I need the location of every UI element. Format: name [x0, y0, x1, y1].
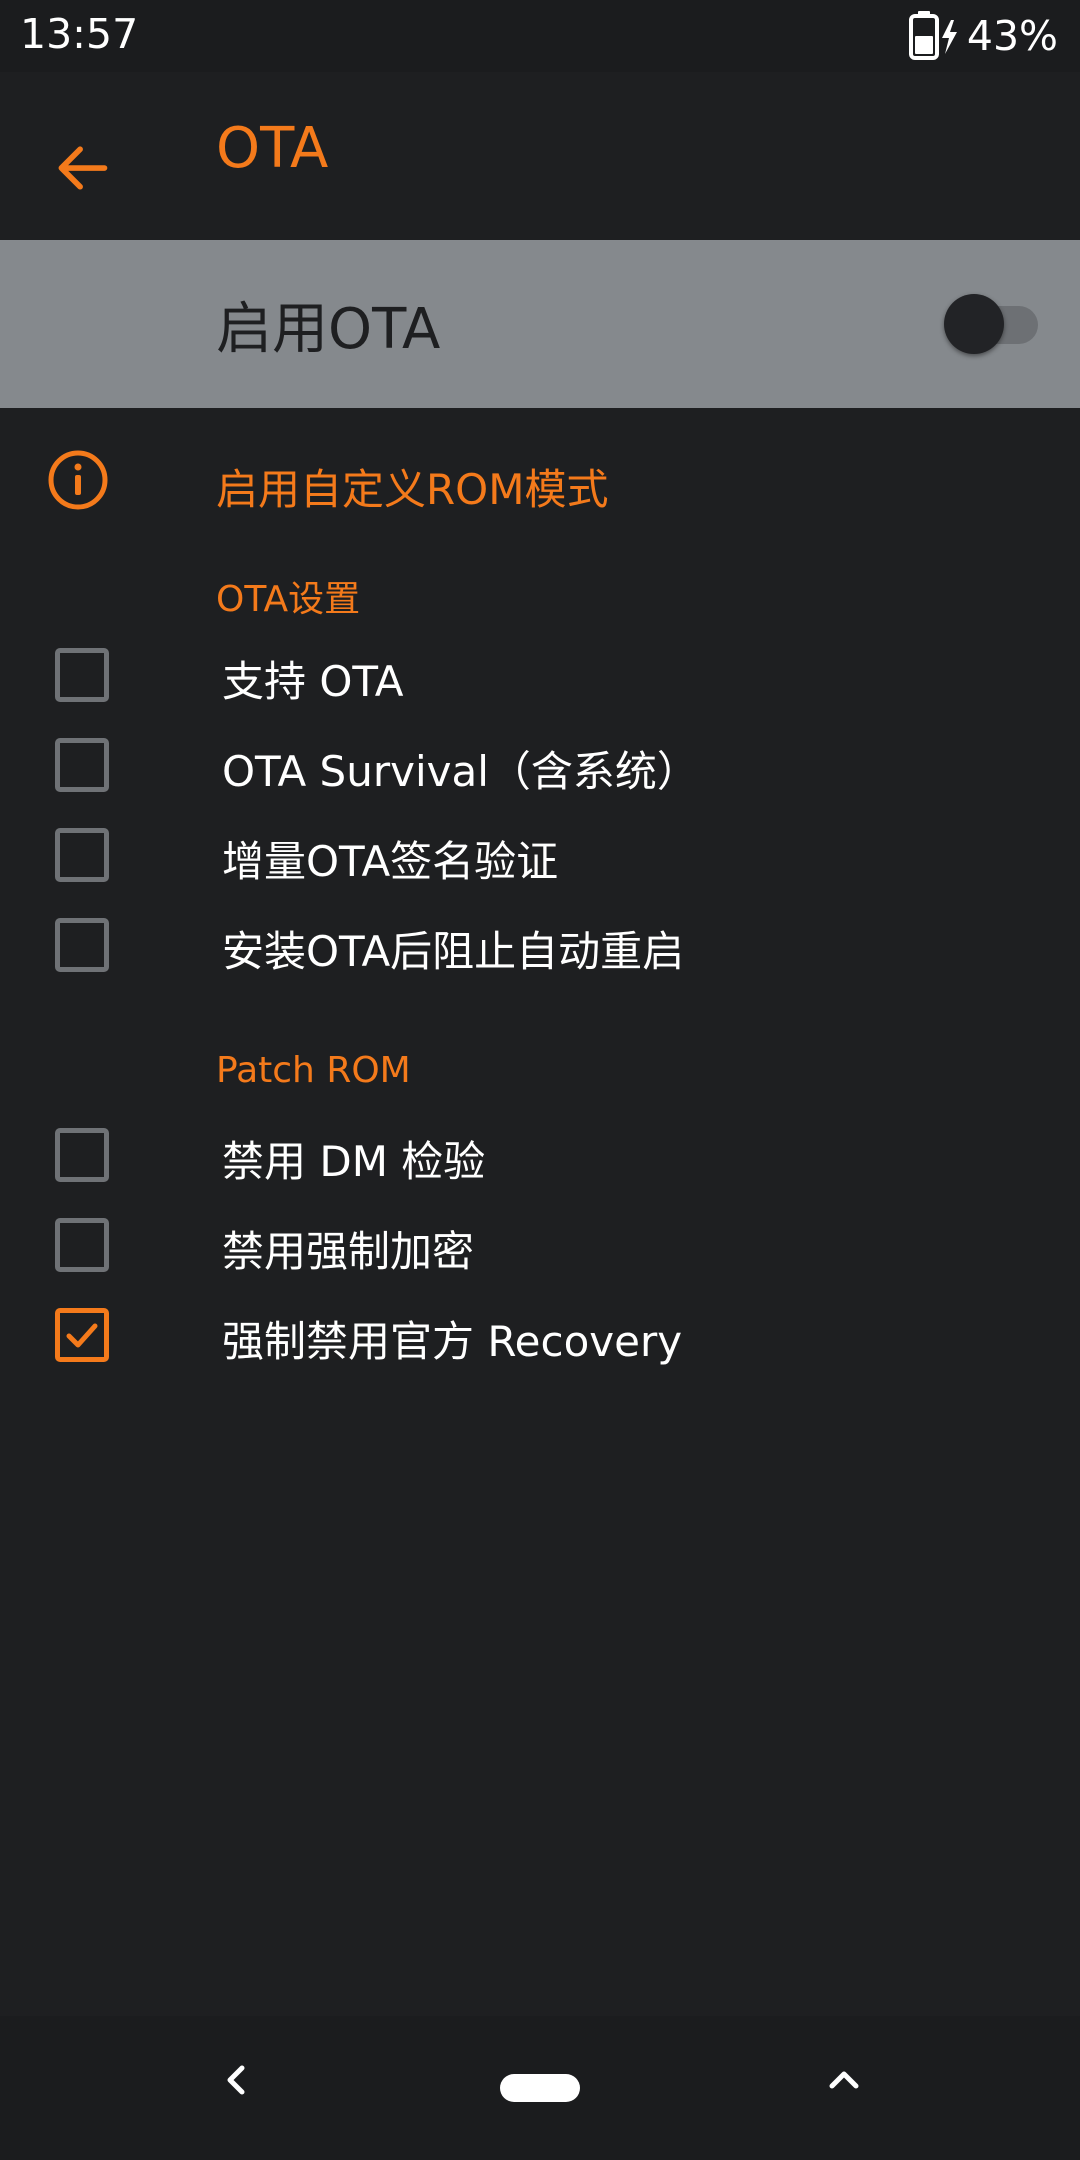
option-ota-survival[interactable]: OTA Survival（含系统）: [0, 720, 1080, 810]
switch-thumb: [944, 294, 1004, 354]
option-label: 支持 OTA: [222, 657, 404, 706]
back-button[interactable]: [34, 122, 130, 218]
checkbox-support-ota[interactable]: [55, 648, 109, 702]
checkbox-force-disable-stock-recovery[interactable]: [55, 1308, 109, 1362]
option-label: 禁用 DM 检验: [222, 1137, 486, 1186]
custom-rom-mode-row[interactable]: 启用自定义ROM模式: [0, 420, 1080, 540]
option-label: OTA Survival（含系统）: [222, 747, 699, 796]
checkbox-disable-force-encryption[interactable]: [55, 1218, 109, 1272]
option-incremental-ota-signature[interactable]: 增量OTA签名验证: [0, 810, 1080, 900]
page-title: OTA: [216, 116, 329, 181]
option-disable-dm-verity[interactable]: 禁用 DM 检验: [0, 1110, 1080, 1200]
checkbox-block-auto-reboot[interactable]: [55, 918, 109, 972]
status-bar: 13:57 43%: [0, 0, 1080, 72]
battery-charging-icon: [907, 10, 963, 62]
option-label: 禁用强制加密: [222, 1227, 475, 1276]
info-icon: [46, 448, 110, 512]
option-force-disable-stock-recovery[interactable]: 强制禁用官方 Recovery: [0, 1290, 1080, 1380]
checkmark-icon: [66, 1323, 98, 1348]
enable-ota-label: 启用OTA: [216, 297, 441, 362]
arrow-left-icon: [52, 138, 112, 202]
section-header-patch-rom: Patch ROM: [216, 1050, 411, 1091]
app-bar: OTA: [0, 72, 1080, 240]
status-time: 13:57: [20, 10, 139, 58]
battery-percent: 43%: [966, 12, 1058, 60]
option-label: 强制禁用官方 Recovery: [222, 1317, 683, 1366]
battery-indicator: 43%: [907, 10, 1058, 62]
checkbox-incremental-ota-signature[interactable]: [55, 828, 109, 882]
enable-ota-row[interactable]: 启用OTA: [0, 240, 1080, 408]
chevron-up-icon[interactable]: [820, 2056, 868, 2104]
navigation-bar: [0, 2016, 1080, 2160]
chevron-left-icon[interactable]: [212, 2056, 260, 2104]
option-disable-force-encryption[interactable]: 禁用强制加密: [0, 1200, 1080, 1290]
option-block-auto-reboot[interactable]: 安装OTA后阻止自动重启: [0, 900, 1080, 990]
checkbox-disable-dm-verity[interactable]: [55, 1128, 109, 1182]
enable-ota-switch[interactable]: [944, 292, 1040, 356]
custom-rom-mode-label: 启用自定义ROM模式: [216, 465, 609, 514]
checkbox-ota-survival[interactable]: [55, 738, 109, 792]
option-label: 增量OTA签名验证: [222, 837, 559, 886]
section-header-ota-settings: OTA设置: [216, 579, 361, 620]
option-support-ota[interactable]: 支持 OTA: [0, 630, 1080, 720]
option-label: 安装OTA后阻止自动重启: [222, 927, 685, 976]
home-pill-icon[interactable]: [500, 2074, 580, 2102]
